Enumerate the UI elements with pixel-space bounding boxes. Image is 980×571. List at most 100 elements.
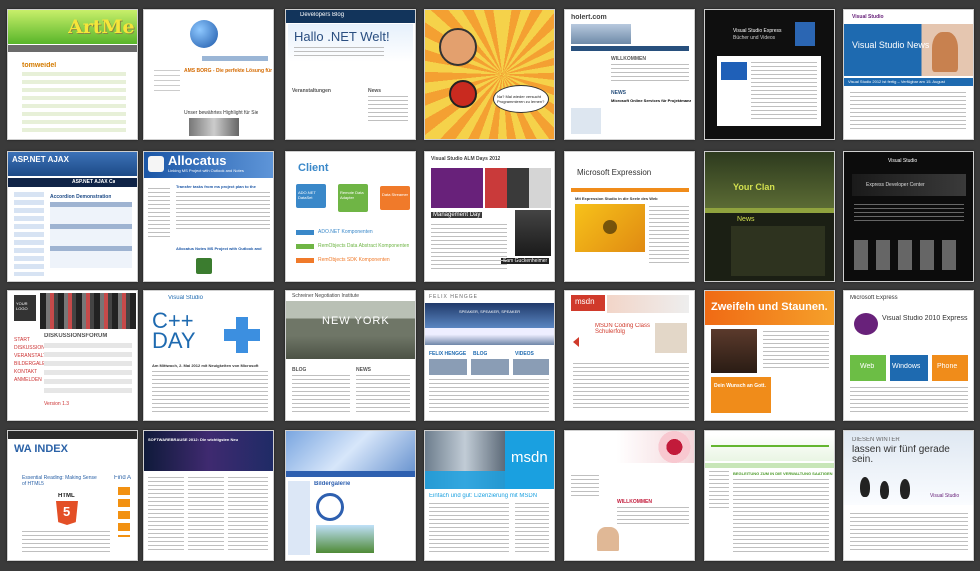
page-title: AMS BORG - Die perfekte Lösung für D <box>184 68 272 74</box>
tile-aspnet-ajax[interactable]: ASP.NET AJAX ASP.NET AJAX Ca Accordion D… <box>7 151 138 282</box>
tile-cpp-day[interactable]: Visual Studio C++ DAY Am Mittwoch, 2. Ma… <box>143 290 274 421</box>
tile-client-diagram[interactable]: Client ADO.NET DataSet Remote Data Adapt… <box>285 151 416 282</box>
city-photo <box>286 301 415 359</box>
sidebar-menu[interactable] <box>148 188 170 238</box>
gallery-badge <box>316 493 344 521</box>
tab-bar[interactable] <box>202 56 268 61</box>
tile-diesen-winter[interactable]: DIESEN WINTER lassen wir fünf gerade sei… <box>843 430 974 561</box>
hero-caption: SPEAKER, SPEAKER, SPEAKER <box>459 309 521 314</box>
tile-alm-days[interactable]: Visual Studio ALM Days 2012 Management D… <box>424 151 555 282</box>
brand: ASP.NET AJAX <box>12 155 69 164</box>
logo-swoosh <box>854 313 878 335</box>
welcome-text <box>611 64 689 84</box>
portrait-photo <box>711 329 757 373</box>
sidebar[interactable] <box>14 192 44 276</box>
body-text <box>152 371 268 415</box>
tile-felix-hengge[interactable]: FELIX HENGGE SPEAKER, SPEAKER, SPEAKER F… <box>424 290 555 421</box>
tile-express-devcenter[interactable]: Visual Studio Express Developer Center <box>843 151 974 282</box>
nav-bar[interactable] <box>705 208 834 213</box>
news-heading: NEWS <box>356 367 371 373</box>
link-text[interactable]: Allocatus Notes MS Project with Outlook … <box>176 246 272 251</box>
nav-contact[interactable]: KONTAKT <box>14 369 37 375</box>
line-1: DIESEN WINTER <box>852 437 900 443</box>
comic-burst <box>425 10 554 139</box>
tile-softwarebrause[interactable]: SOFTWAREBRAUSE 2012: Die wichtigsten Neu… <box>143 430 274 561</box>
event-heading: Am Mittwoch, 2. Mai 2012 mit Neuigkeiten… <box>152 363 259 368</box>
title: Visual Studio Express <box>733 28 782 34</box>
tile-willkommen[interactable]: WILLKOMMEN <box>564 430 695 561</box>
sidebar[interactable] <box>709 471 729 511</box>
tile-vs-news[interactable]: Visual Studio Visual Studio News Visual … <box>843 9 974 140</box>
tile-vs2010-express[interactable]: Microsoft Express Visual Studio 2010 Exp… <box>843 290 974 421</box>
prev-arrow[interactable] <box>573 337 579 347</box>
news-headline: Microsoft Online Services für Projektman… <box>611 98 691 103</box>
column-3: VIDEOS <box>515 351 534 357</box>
tile-new-york[interactable]: Schreiner Negotiation Institute NEW YORK… <box>285 290 416 421</box>
body-text <box>431 224 507 272</box>
header-photo <box>571 24 631 44</box>
nav-bar[interactable] <box>286 471 415 477</box>
accordion[interactable] <box>50 202 132 268</box>
brand: Visual Studio <box>852 14 884 20</box>
intro-text: Transfer tasks from ms project plan to t… <box>176 184 256 189</box>
columns-text <box>573 363 689 411</box>
tile-diskussionsforum[interactable]: YOUR LOGO DISKUSSIONSFORUM START DISKUSS… <box>7 290 138 421</box>
red-ball <box>449 80 477 108</box>
legend-blue-label: ADO.NET Komponenten <box>318 229 373 235</box>
tile-allocatus[interactable]: Allocatus Linking MS Project with Outloo… <box>143 151 274 282</box>
tile-expression[interactable]: Microsoft Expression Mit Expression Stud… <box>564 151 695 282</box>
line-2: lassen wir fünf gerade sein. <box>852 445 950 465</box>
tile-ams-borg[interactable]: AMS BORG - Die perfekte Lösung für D Uns… <box>143 9 274 140</box>
html5-number: 5 <box>63 504 71 519</box>
brand: Visual Studio ALM Days 2012 <box>431 156 501 162</box>
tile-dotnet-welt[interactable]: Developers Blog Hallo .NET Welt! Veranst… <box>285 9 416 140</box>
column-2: BLOG <box>473 351 488 357</box>
hero-text <box>294 47 384 59</box>
pulse-line <box>711 445 829 447</box>
brand: FELIX HENGGE <box>429 294 478 300</box>
nav-bar[interactable] <box>571 46 689 51</box>
side-text <box>515 503 549 553</box>
brand: Visual Studio <box>168 295 203 301</box>
tile-bildergalerie[interactable]: Bildergalerie <box>285 430 416 561</box>
screenshot-grid: ArtMe! tomweidel AMS BORG - Die perfekte… <box>0 0 980 571</box>
legend-blue <box>296 230 314 235</box>
column-2 <box>188 477 224 553</box>
nav-bar[interactable] <box>705 463 834 468</box>
tile-holert[interactable]: holert.com WILLKOMMEN NEWS Microsoft Onl… <box>564 9 695 140</box>
panel-text <box>751 62 817 120</box>
nav-login[interactable]: ANMELDEN <box>14 377 42 383</box>
nav-start[interactable]: START <box>14 337 30 343</box>
tile-verwaltung[interactable]: BEGLEITUNG ZUM IN DIE VERWALTUNG SAATIGE… <box>704 430 835 561</box>
box-streamer-label: Data Streamer <box>382 192 408 197</box>
box-streamer <box>380 186 410 210</box>
gallery-title: Bildergalerie <box>314 481 351 487</box>
side-text <box>649 206 689 266</box>
sidebar-menu[interactable] <box>571 475 599 499</box>
legend-green-label: RemObjects Data Abstract Komponenten <box>318 243 410 249</box>
thumb-row <box>429 359 549 375</box>
tile-comic[interactable]: Na? Mal wieder versucht Programmieren zu… <box>424 9 555 140</box>
announcement: Visual Studio 2012 ist fertig – Verfügba… <box>848 79 945 84</box>
gallery-photo[interactable] <box>316 525 374 553</box>
nav-bar[interactable] <box>8 45 137 52</box>
tile-your-clan[interactable]: Your Clan News <box>704 151 835 282</box>
tile-vs-express-books[interactable]: Visual Studio Express Bücher und Videos <box>704 9 835 140</box>
article-title: Essential Reading: Making Sense of HTML5 <box>22 475 97 487</box>
play-icon[interactable] <box>603 220 617 234</box>
tab-windows-label: Windows <box>892 363 921 370</box>
tile-html5[interactable]: WA INDEX Essential Reading: Making Sense… <box>7 430 138 561</box>
tile-artme[interactable]: ArtMe! tomweidel <box>7 9 138 140</box>
tile-msdn-licensing[interactable]: msdn Einfach und gut: Lizenzierung mit M… <box>424 430 555 561</box>
social-icons[interactable] <box>118 487 130 537</box>
subtitle: Bücher und Videos <box>733 35 776 41</box>
content-panel <box>731 226 825 276</box>
tile-zweifeln[interactable]: Zweifeln und Staunen. Dein Wunsch an Got… <box>704 290 835 421</box>
tile-msdn-coding[interactable]: msdn MSDN Coding Class Schulerfolg <box>564 290 695 421</box>
column-1: FELIX HENGGE <box>429 351 467 357</box>
news-heading: NEWS <box>611 90 626 96</box>
sidebar <box>288 481 310 555</box>
subtitle: Linking MS Project with Outlook and Note… <box>168 168 244 173</box>
article-text <box>22 531 110 555</box>
logo-tile <box>431 168 483 208</box>
